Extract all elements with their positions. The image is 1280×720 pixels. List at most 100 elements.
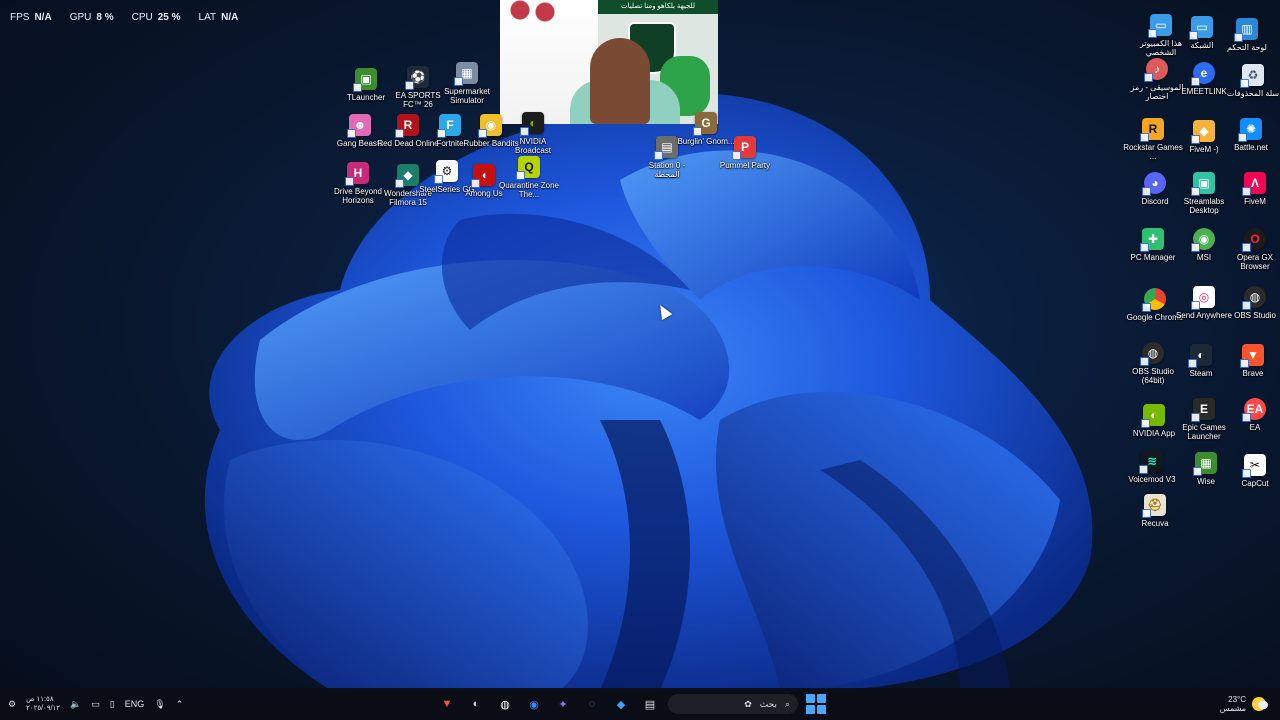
icon-label: Opera GX Browser — [1236, 253, 1273, 271]
weather-widget[interactable]: 23°C مشمس — [1219, 688, 1268, 720]
pummel-icon: P — [732, 136, 756, 160]
opera-gx-icon: O — [1242, 228, 1266, 252]
system-tray: ⚙ ١١:٥٨ ص ٢٠٢٥/٠٩/١٢ 🔈 ▭ ▯ ENG 🎙 ⌃ — [8, 688, 183, 720]
taskbar-obs-icon[interactable]: ◍ — [494, 693, 516, 715]
latency-stat: LAT N/A — [198, 12, 239, 23]
icon-label: لوحة التحكم — [1226, 43, 1267, 52]
cpu-stat: CPU 25 % — [131, 12, 181, 23]
nvidia-app-icon: ◐ — [1141, 404, 1165, 428]
language-indicator[interactable]: ENG — [125, 699, 145, 709]
network-tray-icon[interactable]: ▭ — [91, 699, 100, 710]
icon-label: FiveM — [1244, 197, 1266, 206]
taskbar-copilot-icon[interactable]: ◆ — [610, 693, 632, 715]
obs-icon: ◍ — [1242, 286, 1266, 310]
steam-icon: ◐ — [1188, 344, 1212, 368]
taskbar-edge-icon[interactable]: ◌ — [581, 693, 603, 715]
among-us-icon: ◖ — [471, 164, 495, 188]
icon-label: Station 0 - المحطة — [648, 161, 686, 179]
icon-label: Supermarket Simulator — [444, 87, 490, 105]
taskbar-brave-icon[interactable]: ▼ — [436, 693, 458, 715]
taskbar-chrome-icon[interactable]: ◉ — [523, 693, 545, 715]
fivem-dash-icon: ◆ — [1191, 120, 1215, 144]
search-icon: ⌕ — [784, 698, 790, 709]
weather-sun-icon — [1252, 697, 1268, 711]
desktop-icon-pummel[interactable]: P Pummel Party — [714, 136, 776, 170]
red-dead-icon: R — [395, 114, 419, 138]
desktop-icon-opera-gx[interactable]: O Opera GX Browser — [1224, 228, 1280, 271]
icon-label: Voicemod V3 — [1128, 475, 1176, 484]
weather-condition: مشمس — [1219, 704, 1246, 713]
settings-icon[interactable]: ⚙ — [8, 699, 16, 710]
tlauncher-icon: ▣ — [353, 68, 377, 92]
nvidia-broadcast-icon: ◐ — [520, 112, 544, 136]
desktop-icon-quarantine[interactable]: Q Quarantine Zone The... — [498, 156, 560, 199]
desktop-icon-capcut[interactable]: ✂ CapCut — [1224, 454, 1280, 488]
search-placeholder: بحث — [759, 698, 777, 709]
start-button[interactable] — [805, 693, 827, 715]
flag-banner-text: للجيهة بلكاهو ومنا تصليات — [598, 0, 718, 14]
battery-icon[interactable]: ▯ — [110, 699, 115, 710]
icon-label: MSI — [1196, 253, 1212, 262]
gang-beasts-icon: ☻ — [347, 114, 371, 138]
voicemod-icon: ≋ — [1139, 450, 1163, 474]
drive-beyond-icon: H — [345, 162, 369, 186]
icon-label: TLauncher — [346, 93, 386, 102]
streamer-face — [590, 38, 650, 124]
icon-label: Quarantine Zone The... — [498, 181, 560, 199]
taskbar: ⚙ ١١:٥٨ ص ٢٠٢٥/٠٩/١٢ 🔈 ▭ ▯ ENG 🎙 ⌃ ▼ ◐ ◍… — [0, 688, 1280, 720]
desktop-icon-battlenet[interactable]: ✺ Battle.net — [1220, 118, 1280, 152]
pc-manager-icon: ✚ — [1140, 228, 1164, 252]
taskbar-store-icon[interactable]: ▤ — [639, 693, 661, 715]
icon-label: NVIDIA App — [1132, 429, 1176, 438]
burglin-icon: G — [693, 112, 717, 136]
discord-icon: ◕ — [1142, 172, 1166, 196]
ea-icon: EA — [1242, 398, 1266, 422]
search-box[interactable]: ✿ بحث ⌕ — [668, 694, 798, 714]
streamlabs-icon: ▣ — [1191, 172, 1215, 196]
desktop-icon-nvidia-broadcast[interactable]: ◐ NVIDIA Broadcast — [502, 112, 564, 155]
desktop-icon-voicemod[interactable]: ≋ Voicemod V3 — [1121, 450, 1183, 484]
icon-label: Wise — [1197, 477, 1215, 486]
taskbar-teams-icon[interactable]: ✦ — [552, 693, 574, 715]
chevron-up-icon[interactable]: ⌃ — [176, 699, 184, 710]
webcam-feed: للجيهة بلكاهو ومنا تصليات — [500, 0, 718, 124]
clock[interactable]: ١١:٥٨ ص ٢٠٢٥/٠٩/١٢ — [26, 695, 60, 713]
taskbar-steam-icon[interactable]: ◐ — [465, 693, 487, 715]
supermarket-icon: ▦ — [454, 62, 478, 86]
desktop-icon-fivem[interactable]: Λ FiveM — [1224, 172, 1280, 206]
desktop-icon-recycle-bin[interactable]: ♻ سلة المحذوفات — [1222, 64, 1280, 98]
icon-label: EA — [1249, 423, 1261, 432]
network-icon: ▭ — [1189, 16, 1213, 40]
send-anywhere-icon: ◎ — [1191, 286, 1215, 310]
quarantine-icon: Q — [516, 156, 540, 180]
icon-label: Recuva — [1141, 519, 1169, 528]
rubber-bandits-icon: ◉ — [478, 114, 502, 138]
icon-label: Brave — [1242, 369, 1264, 378]
fortnite-icon: F — [437, 114, 461, 138]
desktop-icon-obs[interactable]: ◍ OBS Studio — [1224, 286, 1280, 320]
icon-label: OBS Studio — [1234, 311, 1276, 320]
icon-label: NVIDIA Broadcast — [514, 137, 552, 155]
fps-stat: FPS N/A — [10, 12, 52, 23]
performance-overlay: FPS N/A GPU 8 % CPU 25 % LAT N/A — [10, 12, 238, 23]
icon-label: FiveM -) — [1189, 145, 1219, 154]
microphone-icon[interactable]: 🎙 — [154, 699, 165, 710]
epic-games-icon: E — [1191, 398, 1215, 422]
icon-label: PC Manager — [1130, 253, 1176, 262]
gpu-stat: GPU 8 % — [69, 12, 114, 23]
ea-fc-icon: ⚽ — [405, 66, 429, 90]
rockstar-icon: R — [1140, 118, 1164, 142]
capcut-icon: ✂ — [1242, 454, 1266, 478]
control-panel-icon: ▥ — [1234, 18, 1258, 42]
desktop-icon-brave[interactable]: ▼ Brave — [1222, 344, 1280, 378]
desktop-icon-ea[interactable]: EA EA — [1224, 398, 1280, 432]
desktop-icon-supermarket[interactable]: ▦ Supermarket Simulator — [436, 62, 498, 105]
brave-icon: ▼ — [1240, 344, 1264, 368]
desktop-icon-control-panel[interactable]: ▥ لوحة التحكم — [1216, 18, 1278, 52]
desktop-icon-recuva[interactable]: ⛑ Recuva — [1124, 494, 1186, 528]
battlenet-icon: ✺ — [1238, 118, 1262, 142]
volume-icon[interactable]: 🔈 — [70, 699, 81, 710]
icon-label: CapCut — [1241, 479, 1269, 488]
computer-icon: ▭ — [1148, 14, 1172, 38]
icon-label: Discord — [1141, 197, 1169, 206]
